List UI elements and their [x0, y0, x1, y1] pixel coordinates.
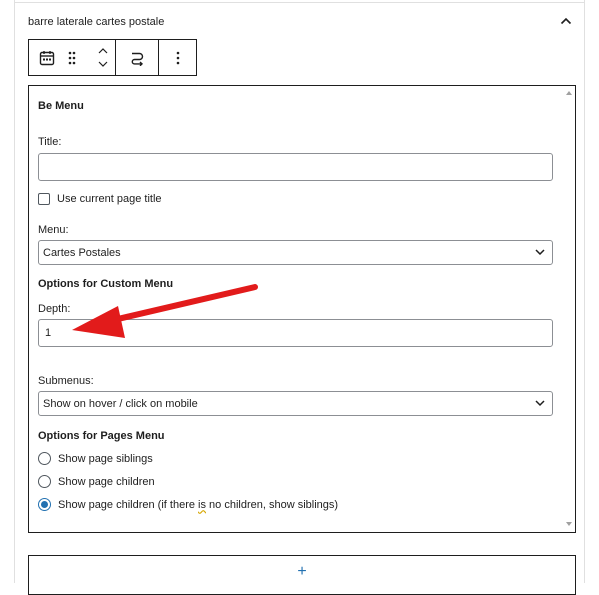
more-vertical-icon[interactable]	[159, 40, 196, 75]
chevron-down-icon	[528, 400, 552, 407]
move-up-button[interactable]	[98, 44, 108, 58]
panel-border	[14, 2, 585, 3]
loop-icon[interactable]	[116, 40, 158, 75]
depth-label: Depth:	[38, 303, 71, 315]
depth-input[interactable]	[38, 319, 553, 347]
widget-form: Be Menu Title: Use current page title Me…	[28, 85, 576, 533]
widget-title: Be Menu	[38, 100, 84, 112]
submenus-select[interactable]: Show on hover / click on mobile	[38, 391, 553, 416]
scroll-down-arrow[interactable]	[566, 522, 572, 526]
title-label: Title:	[38, 136, 62, 148]
radio-label-part: no children, show siblings)	[205, 498, 339, 511]
scroll-up-arrow[interactable]	[566, 91, 572, 95]
menu-label: Menu:	[38, 224, 69, 236]
calendar-icon[interactable]	[29, 40, 65, 75]
radio-show-page-children[interactable]: Show page children	[38, 475, 155, 488]
custom-menu-heading: Options for Custom Menu	[38, 278, 174, 290]
add-block-button[interactable]: +	[28, 555, 576, 595]
chevron-down-icon	[98, 61, 108, 67]
radio-label-part: Show page children (if there	[58, 498, 199, 511]
radio-label: Show page siblings	[58, 452, 153, 465]
chevron-up-icon[interactable]	[559, 14, 573, 28]
plus-icon: +	[297, 563, 307, 580]
menu-select-value: Cartes Postales	[43, 246, 121, 259]
radio-button[interactable]	[38, 452, 51, 465]
chevron-down-icon	[528, 249, 552, 256]
radio-button[interactable]	[38, 475, 51, 488]
panel-title[interactable]: barre laterale cartes postale	[28, 16, 164, 28]
submenus-label: Submenus:	[38, 375, 94, 387]
drag-handle-icon[interactable]	[65, 40, 79, 75]
title-input[interactable]	[38, 153, 553, 181]
chevron-up-icon	[98, 48, 108, 54]
menu-select[interactable]: Cartes Postales	[38, 240, 553, 265]
submenus-select-value: Show on hover / click on mobile	[43, 397, 198, 410]
pages-menu-heading: Options for Pages Menu	[38, 430, 165, 442]
radio-label: Show page children	[58, 475, 155, 488]
scrollbar[interactable]	[564, 86, 575, 532]
block-toolbar	[28, 39, 197, 76]
use-current-page-title-label: Use current page title	[57, 193, 162, 205]
use-current-page-title-checkbox[interactable]	[38, 193, 50, 205]
panel-border	[584, 0, 585, 583]
panel-border	[14, 0, 15, 583]
use-current-page-title-option[interactable]: Use current page title	[38, 193, 162, 205]
radio-show-page-siblings[interactable]: Show page siblings	[38, 452, 153, 465]
radio-show-page-children-or-siblings[interactable]: Show page children (if there is no child…	[38, 498, 338, 511]
move-down-button[interactable]	[98, 58, 108, 72]
radio-label: Show page children (if there is no child…	[58, 499, 338, 511]
spellcheck-mark: is	[198, 498, 206, 511]
radio-button-selected[interactable]	[38, 498, 51, 511]
